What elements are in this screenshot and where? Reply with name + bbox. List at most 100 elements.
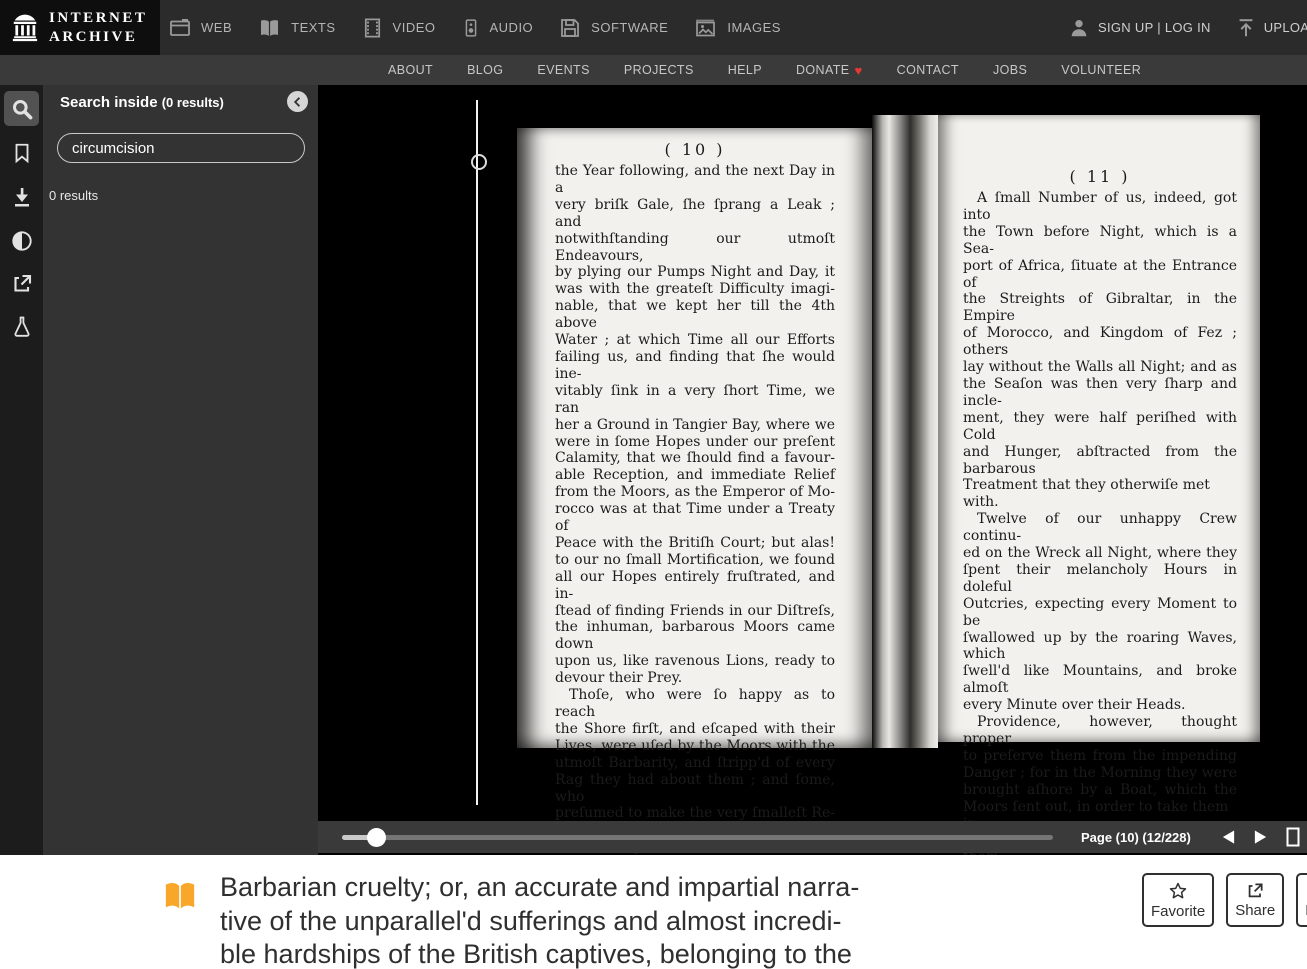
book-title-line: tive of the unparallel'd sufferings and …: [220, 905, 859, 939]
book-text-line: was with the greateſt Difficulty imagi-: [555, 281, 835, 298]
book-gutter: [872, 115, 938, 748]
download-icon: [10, 185, 34, 209]
book-text-line: Twelve of our unhappy Crew continu-: [963, 511, 1237, 545]
chevron-left-triangle-icon: [1221, 829, 1236, 845]
nav-donate[interactable]: DONATE ♥: [796, 63, 863, 78]
nav-tab-label: AUDIO: [490, 20, 534, 35]
one-page-icon: [1285, 827, 1301, 847]
nav-events[interactable]: EVENTS: [537, 63, 589, 77]
nav-volunteer[interactable]: VOLUNTEER: [1061, 63, 1141, 77]
book-text-line: port of Africa, ſituate at the Entrance …: [963, 258, 1237, 292]
collapse-panel-button[interactable]: [287, 91, 308, 112]
experiments-flask-icon: [10, 314, 34, 340]
bookmark-icon: [11, 141, 33, 165]
share-icon: [10, 272, 34, 296]
nav-tab-label: WEB: [201, 20, 232, 35]
software-icon: [558, 16, 582, 40]
book-text-line: ment, they were half periſhed with Cold: [963, 410, 1237, 444]
book-text-line: were in ſome Hopes under our preſent: [555, 434, 835, 451]
book-text-line: very briſk Gale, ſhe ſprang a Leak ; and: [555, 197, 835, 231]
signup-login-link[interactable]: SIGN UP | LOG IN: [1098, 20, 1211, 35]
upload-link[interactable]: UPLOAD: [1235, 17, 1307, 39]
nav-blog[interactable]: BLOG: [467, 63, 503, 77]
share-button[interactable]: Share: [1226, 873, 1284, 927]
book-text-line: the Streights of Gibraltar, in the Empir…: [963, 291, 1237, 325]
book-text-line: the Shore firſt, and eſcaped with their: [555, 721, 835, 738]
tool-bookmarks[interactable]: [4, 135, 39, 170]
book-text-line: ed on the Wreck all Night, where they: [963, 545, 1237, 562]
book-text-line: Thoſe, who were ſo happy as to reach: [555, 687, 835, 721]
page-slider[interactable]: [342, 835, 1053, 840]
nav-tab-label: TEXTS: [291, 20, 335, 35]
nav-projects[interactable]: PROJECTS: [624, 63, 694, 77]
panel-title: Search inside (0 results): [60, 94, 224, 111]
book-page-left[interactable]: ( 10 ) the Year following, and the next D…: [517, 128, 872, 748]
internet-archive-bookreader: INTERNET ARCHIVE WEB: [0, 0, 1307, 969]
search-icon: [10, 97, 34, 121]
book-text-line: from the Moors, as the Emperor of Mo-: [555, 484, 835, 501]
nav-tab-texts[interactable]: TEXTS: [257, 16, 335, 40]
tool-download[interactable]: [4, 179, 39, 214]
logo-line2: ARCHIVE: [49, 28, 147, 47]
book-text-line: to our no ſmall Mortification, we found: [555, 552, 835, 569]
nav-tab-label: IMAGES: [727, 20, 781, 35]
book-text-line: upon us, like ravenous Lions, ready to: [555, 653, 835, 670]
reader-tool-strip: [0, 85, 43, 855]
nav-tab-web[interactable]: WEB: [168, 16, 232, 40]
audio-icon: [461, 16, 481, 40]
video-icon: [361, 16, 384, 40]
search-inside-panel: Search inside (0 results) 0 results: [43, 85, 318, 855]
book-text-line: ſwallowed up by the roaring Waves, which: [963, 630, 1237, 664]
book-text-line: Rag they had about them ; and ſome, who: [555, 772, 835, 806]
person-icon: [1068, 17, 1090, 39]
flag-button[interactable]: Flag: [1296, 873, 1307, 927]
book-text-line: the Year following, and the next Day in …: [555, 163, 835, 197]
panel-title-text: Search inside: [60, 94, 158, 111]
book-text-line: A ſmall Number of us, indeed, got into: [963, 190, 1237, 224]
next-page-button[interactable]: [1250, 828, 1270, 846]
share-label: Share: [1235, 902, 1275, 919]
nav-tab-label: VIDEO: [393, 20, 436, 35]
nav-tab-audio[interactable]: AUDIO: [461, 16, 534, 40]
one-page-view-toggle[interactable]: [1283, 828, 1303, 846]
nav-tab-images[interactable]: IMAGES: [693, 16, 781, 40]
book-text-line: and Hunger, abſtracted from the barbarou…: [963, 444, 1237, 478]
nav-help[interactable]: HELP: [728, 63, 762, 77]
previous-page-button[interactable]: [1218, 828, 1238, 846]
book-text-line: ſpent their melancholy Hours in doleful: [963, 562, 1237, 596]
nav-tab-label: SOFTWARE: [591, 20, 668, 35]
account-area: SIGN UP | LOG IN UPLOAD: [1068, 0, 1307, 55]
tool-search[interactable]: [4, 91, 39, 126]
nav-tab-video[interactable]: VIDEO: [361, 16, 436, 40]
page-slider-handle[interactable]: [367, 828, 386, 847]
book-text-line: notwithſtanding our utmoſt Endeavours,: [555, 231, 835, 265]
nav-about[interactable]: ABOUT: [388, 63, 433, 77]
panel-result-count-value: (0 results): [162, 95, 224, 110]
nav-contact[interactable]: CONTACT: [897, 63, 959, 77]
texts-icon: [257, 16, 282, 40]
book-text-line: by plying our Pumps Night and Day, it: [555, 264, 835, 281]
book-title-line: Barbarian cruelty; or, an accurate and i…: [220, 871, 859, 905]
book-text-line: every Minute over their Heads.: [963, 697, 1237, 714]
book-title[interactable]: Barbarian cruelty; or, an accurate and i…: [220, 871, 859, 969]
images-icon: [693, 16, 718, 40]
page-number-heading: ( 10 ): [555, 140, 835, 159]
tool-experiments[interactable]: [4, 309, 39, 344]
tool-share[interactable]: [4, 266, 39, 301]
tool-visual-adjustments[interactable]: [4, 223, 39, 258]
search-inside-input[interactable]: [57, 133, 305, 163]
nav-tab-software[interactable]: SOFTWARE: [558, 16, 668, 40]
upload-label: UPLOAD: [1264, 20, 1307, 35]
book-title-line: ble hardships of the British captives, b…: [220, 938, 859, 969]
internet-archive-logo[interactable]: INTERNET ARCHIVE: [0, 0, 160, 55]
scan-artifact-line: [476, 100, 478, 805]
nav-jobs[interactable]: JOBS: [993, 63, 1027, 77]
book-text-line: Calamity, that we ſhould find a favour-: [555, 450, 835, 467]
book-text-line: Water ; at which Time all our Efforts: [555, 332, 835, 349]
book-page-right[interactable]: ( 11 )A ſmall Number of us, indeed, got …: [938, 115, 1260, 742]
book-text-line: Treatment that they otherwiſe met with.: [963, 477, 1237, 511]
favorite-button[interactable]: Favorite: [1142, 873, 1214, 927]
media-type-tabs: WEB TEXTS: [168, 0, 781, 55]
book-text-line: devour their Prey.: [555, 670, 835, 687]
book-viewer[interactable]: ( 10 ) the Year following, and the next D…: [318, 85, 1307, 855]
